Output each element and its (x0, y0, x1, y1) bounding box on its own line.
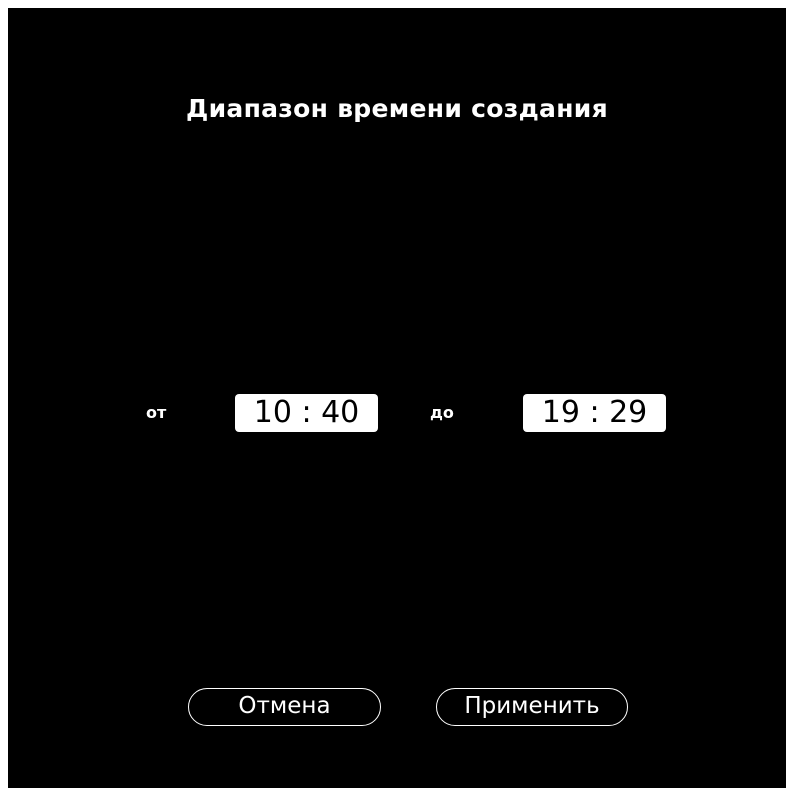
cancel-button[interactable]: Отмена (188, 688, 381, 726)
time-range-dialog: Диапазон времени создания от 10 : 40 до … (8, 8, 786, 788)
from-time-field[interactable]: 10 : 40 (235, 394, 378, 432)
to-time-field[interactable]: 19 : 29 (523, 394, 666, 432)
to-label: до (430, 403, 454, 422)
from-label: от (146, 403, 167, 422)
apply-button[interactable]: Применить (436, 688, 628, 726)
dialog-title: Диапазон времени создания (186, 94, 608, 123)
